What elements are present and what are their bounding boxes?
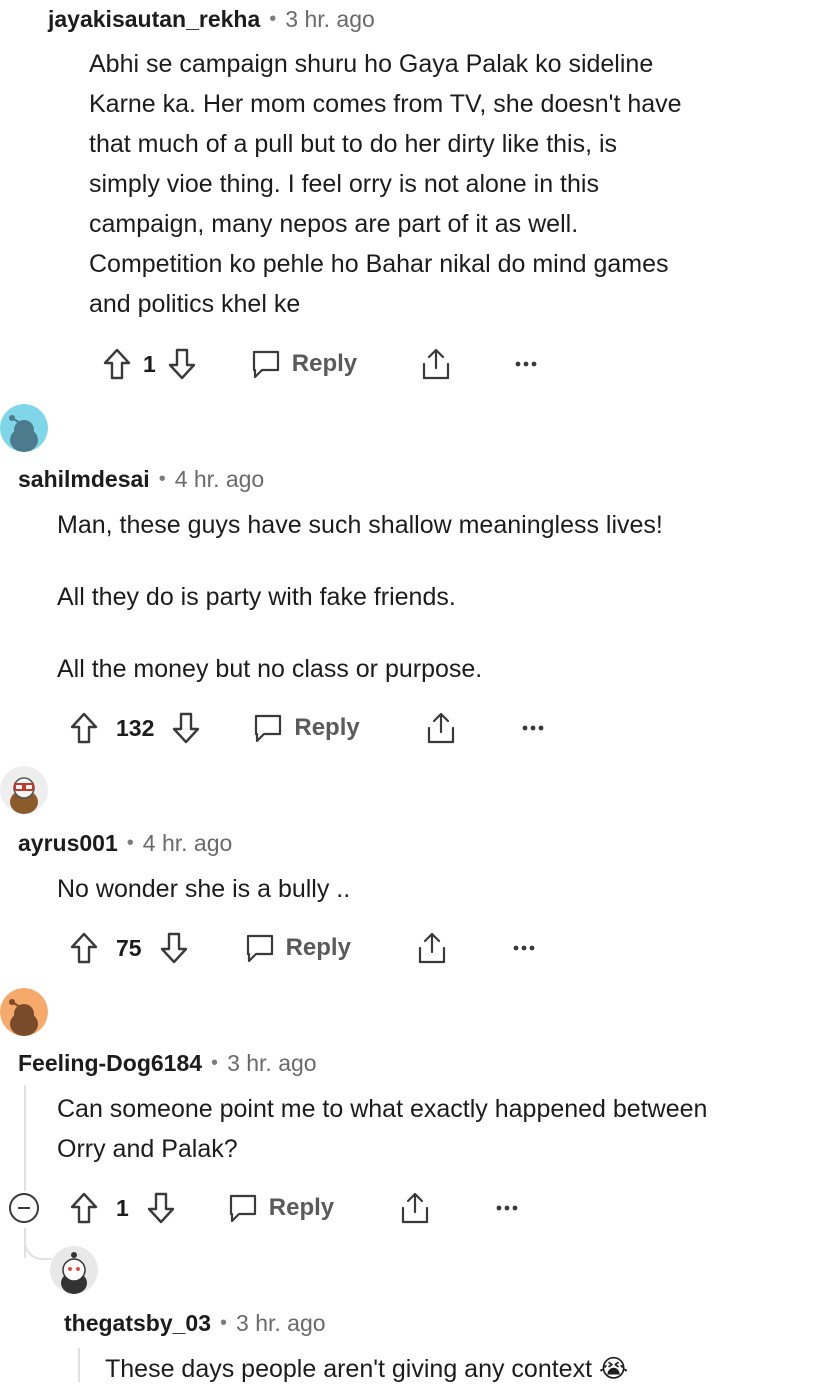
- upvote-icon[interactable]: [70, 1192, 98, 1224]
- reply-label: Reply: [294, 714, 360, 741]
- comment-body: Can someone point me to what exactly hap…: [57, 1089, 707, 1169]
- timestamp: 4 hr. ago: [142, 830, 233, 856]
- timestamp: 3 hr. ago: [236, 1310, 326, 1336]
- vote-count: 1: [116, 1194, 129, 1221]
- comment-line: Karne ka. Her mom comes from TV, she doe…: [89, 90, 682, 118]
- comment-meta: Feeling-Dog6184 • 3 hr. ago: [18, 1050, 317, 1077]
- more-options-icon[interactable]: [496, 1205, 518, 1211]
- more-options-icon[interactable]: [522, 725, 544, 731]
- username[interactable]: jayakisautan_rekha: [48, 6, 260, 33]
- comment-line: Competition ko pehle ho Bahar nikal do m…: [89, 250, 669, 278]
- comment-line: All the money but no class or purpose.: [57, 655, 483, 683]
- separator-dot: •: [269, 8, 277, 30]
- reply-label: Reply: [268, 1194, 335, 1221]
- avatar[interactable]: [0, 766, 48, 814]
- username[interactable]: Feeling-Dog6184: [18, 1050, 202, 1077]
- reply-button[interactable]: Reply: [252, 712, 360, 744]
- timestamp: 3 hr. ago: [227, 1050, 317, 1076]
- thread-line: [24, 1085, 26, 1191]
- avatar[interactable]: [50, 1246, 98, 1294]
- comment-meta: thegatsby_03 • 3 hr. ago: [64, 1310, 326, 1337]
- username[interactable]: sahilmdesai: [18, 466, 150, 493]
- comment-body: Man, these guys have such shallow meanin…: [57, 505, 663, 689]
- comment-actions: 1 Reply: [103, 342, 537, 386]
- downvote-icon[interactable]: [147, 1192, 175, 1224]
- separator-dot: •: [220, 1312, 228, 1334]
- comment-meta: jayakisautan_rekha • 3 hr. ago: [48, 6, 375, 33]
- upvote-icon[interactable]: [70, 712, 98, 744]
- comment-line: Orry and Palak?: [57, 1135, 238, 1163]
- more-options-icon[interactable]: [515, 361, 537, 367]
- comment-actions: 132 Reply: [70, 706, 544, 750]
- comment-meta: ayrus001 • 4 hr. ago: [18, 830, 232, 857]
- share-icon[interactable]: [419, 347, 453, 381]
- username[interactable]: thegatsby_03: [64, 1310, 211, 1337]
- reply-bubble-icon: [250, 348, 282, 380]
- comment-line: Abhi se campaign shuru ho Gaya Palak ko …: [89, 50, 654, 78]
- avatar[interactable]: [0, 988, 48, 1036]
- reply-button[interactable]: Reply: [244, 932, 351, 964]
- reply-button[interactable]: Reply: [227, 1192, 334, 1224]
- comment-line: simply vioe thing. I feel orry is not al…: [89, 170, 599, 198]
- comment-line: and politics khel ke: [89, 290, 301, 318]
- comment-actions: 75 Reply: [70, 926, 535, 970]
- reply-bubble-icon: [244, 932, 276, 964]
- avatar[interactable]: [0, 404, 48, 452]
- username[interactable]: ayrus001: [18, 830, 118, 857]
- downvote-icon[interactable]: [168, 348, 196, 380]
- timestamp: 4 hr. ago: [174, 466, 265, 492]
- upvote-icon[interactable]: [70, 932, 98, 964]
- reply-label: Reply: [291, 350, 358, 377]
- comment-body: No wonder she is a bully ..: [57, 869, 350, 909]
- comment-line: Can someone point me to what exactly hap…: [57, 1095, 708, 1123]
- separator-dot: •: [126, 832, 134, 854]
- reply-button[interactable]: Reply: [250, 348, 357, 380]
- downvote-icon[interactable]: [172, 712, 200, 744]
- timestamp: 3 hr. ago: [285, 6, 375, 32]
- comment-body: Abhi se campaign shuru ho Gaya Palak ko …: [89, 44, 682, 324]
- more-options-icon[interactable]: [513, 945, 535, 951]
- share-icon[interactable]: [424, 711, 458, 745]
- separator-dot: •: [158, 468, 166, 490]
- collapse-icon[interactable]: [8, 1192, 40, 1224]
- comment-line: These days people aren't giving any cont…: [105, 1355, 629, 1383]
- share-icon[interactable]: [415, 931, 449, 965]
- comment-line: campaign, many nepos are part of it as w…: [89, 210, 579, 238]
- reply-label: Reply: [285, 934, 351, 961]
- vote-count: 132: [116, 714, 155, 741]
- reply-bubble-icon: [227, 1192, 259, 1224]
- comment-actions: 1 Reply: [70, 1186, 518, 1230]
- thread-line: [78, 1348, 80, 1382]
- thread-connector: [24, 1232, 52, 1260]
- comment-line: All they do is party with fake friends.: [57, 583, 456, 611]
- share-icon[interactable]: [398, 1191, 432, 1225]
- comment-line: that much of a pull but to do her dirty …: [89, 130, 618, 158]
- downvote-icon[interactable]: [160, 932, 188, 964]
- upvote-icon[interactable]: [103, 348, 131, 380]
- vote-count: 75: [116, 934, 142, 961]
- comment-meta: sahilmdesai • 4 hr. ago: [18, 466, 264, 493]
- reply-bubble-icon: [252, 712, 284, 744]
- comment-line: Man, these guys have such shallow meanin…: [57, 511, 663, 539]
- comment-line: No wonder she is a bully ..: [57, 875, 351, 903]
- comment-body: These days people aren't giving any cont…: [105, 1349, 628, 1389]
- vote-count: 1: [143, 350, 156, 377]
- separator-dot: •: [211, 1052, 219, 1074]
